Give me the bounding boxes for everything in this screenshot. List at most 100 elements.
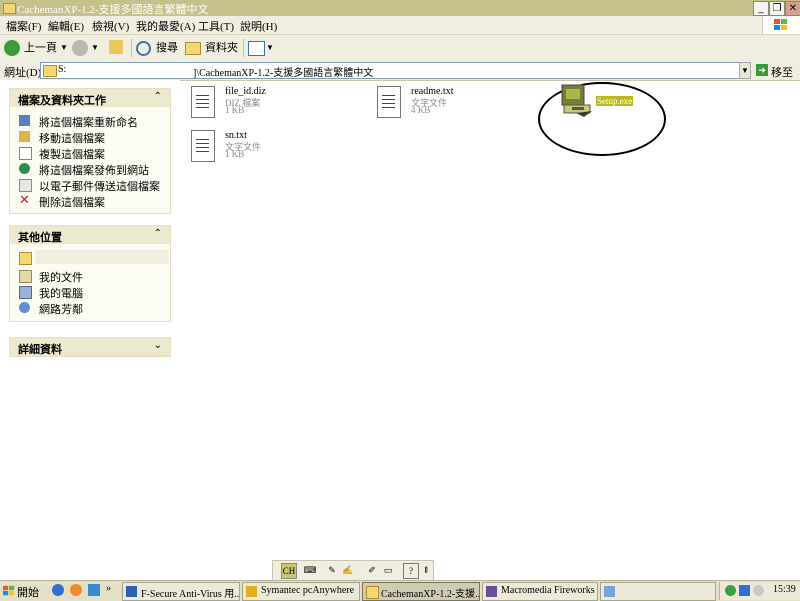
task-label: Macromedia Fireworks ... — [501, 585, 598, 596]
up-folder-button[interactable] — [108, 38, 126, 58]
details-header[interactable]: 詳細資料 ⌄ — [10, 338, 170, 356]
left-task-pane: 檔案及資料夾工作 ⌃ 將這個檔案重新命名 移動這個檔案 複製這個檔案 將這個檔案… — [0, 80, 180, 570]
quicklaunch-icon[interactable] — [88, 584, 100, 596]
folder-icon — [3, 3, 16, 14]
text-file-icon — [191, 130, 215, 162]
language-indicator[interactable]: CH — [281, 563, 297, 579]
setup-file-name: Setup.exe — [596, 96, 634, 106]
address-dropdown-icon[interactable]: ▼ — [739, 62, 751, 79]
volume-icon[interactable] — [753, 585, 764, 596]
taskbar-task[interactable]: Symantec pcAnywhere — [242, 582, 360, 601]
taskbar-task[interactable]: F-Secure Anti-Virus 用... — [122, 582, 240, 601]
file-tasks-panel: 檔案及資料夾工作 ⌃ 將這個檔案重新命名 移動這個檔案 複製這個檔案 將這個檔案… — [9, 88, 171, 214]
globe-icon — [19, 163, 30, 174]
toolbar-separator — [243, 39, 244, 57]
windows-flag-icon — [3, 585, 15, 596]
views-button[interactable]: ▼ — [248, 38, 274, 58]
outlook-icon[interactable] — [70, 584, 82, 596]
up-folder-icon — [109, 40, 123, 54]
address-path: ]\CachemanXP-1.2-支援多國語言繁體中文 — [193, 68, 374, 79]
handwriting-icon[interactable]: ✐ — [365, 563, 379, 577]
back-label: 上一頁 — [24, 42, 57, 54]
address-bar: 網址(D) S: ]\CachemanXP-1.2-支援多國語言繁體中文 ▼ ➜… — [0, 61, 800, 81]
installer-icon — [561, 84, 592, 117]
copy-icon — [19, 147, 32, 160]
quicklaunch-more-icon[interactable]: » — [106, 583, 111, 594]
redacted-place — [35, 250, 169, 264]
email-icon — [19, 179, 32, 192]
help-icon[interactable]: ? — [403, 563, 419, 579]
search-button[interactable]: 搜尋 — [136, 38, 180, 58]
start-label: 開始 — [17, 587, 39, 599]
task-label: Symantec pcAnywhere — [261, 585, 355, 596]
langbar-options-icon[interactable]: ⇕ — [419, 563, 433, 577]
text-file-icon — [377, 86, 401, 118]
folders-label: 資料夾 — [205, 42, 238, 54]
task-label: 將這個檔案重新命名 — [39, 117, 138, 129]
pen-input-icon[interactable]: ✍ — [341, 563, 355, 577]
window-icon — [604, 586, 615, 597]
forward-button[interactable]: ▼ — [72, 38, 99, 58]
dropdown-arrow-icon[interactable]: ▼ — [60, 38, 68, 58]
file-size: 1 KB — [225, 105, 245, 115]
tools-icon[interactable]: ✎ — [325, 563, 339, 577]
other-places-panel: 其他位置 ⌃ 我的文件 我的電腦 網路芳鄰 — [9, 225, 171, 322]
close-button[interactable]: ✕ — [785, 1, 800, 16]
back-button[interactable]: 上一頁 ▼ — [4, 38, 68, 58]
taskbar: 開始 » F-Secure Anti-Virus 用... Symantec p… — [0, 580, 800, 601]
go-button[interactable]: 移至 — [771, 64, 793, 80]
task-label: 將這個檔案發佈到網站 — [39, 165, 149, 177]
menu-file[interactable]: 檔案(F) — [6, 18, 41, 34]
collapse-icon[interactable]: ⌃ — [154, 228, 162, 239]
go-arrow-icon[interactable]: ➜ — [756, 64, 768, 76]
menu-bar: 檔案(F) 編輯(E) 檢視(V) 我的最愛(A) 工具(T) 說明(H) — [0, 16, 800, 35]
details-panel: 詳細資料 ⌄ — [9, 337, 171, 357]
dropdown-arrow-icon[interactable]: ▼ — [266, 38, 274, 58]
place-label: 網路芳鄰 — [39, 304, 83, 316]
toolbar: 上一頁 ▼ ▼ 搜尋 資料夾 ▼ — [0, 35, 800, 62]
options-icon[interactable]: ▭ — [381, 563, 395, 577]
title-bar: CachemanXP-1.2-支援多國語言繁體中文 _ ❐ ✕ — [0, 0, 800, 16]
folder-icon — [43, 65, 57, 77]
other-places-header[interactable]: 其他位置 ⌃ — [10, 226, 170, 244]
rename-icon — [19, 115, 30, 126]
file-tasks-header[interactable]: 檔案及資料夾工作 ⌃ — [10, 89, 170, 107]
menu-favorites[interactable]: 我的最愛(A) — [136, 18, 195, 34]
task-label: F-Secure Anti-Virus 用... — [141, 589, 240, 600]
tray-icon[interactable] — [725, 585, 736, 596]
task-label: 移動這個檔案 — [39, 133, 105, 145]
place-label: 我的文件 — [39, 272, 83, 284]
dropdown-arrow-icon[interactable]: ▼ — [91, 38, 99, 58]
clock[interactable]: 15:39 — [773, 584, 796, 595]
redacted-path — [71, 64, 185, 76]
text-file-icon — [191, 86, 215, 118]
expand-icon[interactable]: ⌄ — [154, 340, 162, 351]
language-bar: CH ⌨ ✎ ✍ ✐ ▭ ? ⇕ — [272, 560, 434, 582]
minimize-button[interactable]: _ — [753, 1, 769, 16]
pcanywhere-icon — [246, 586, 257, 597]
menu-edit[interactable]: 編輯(E) — [48, 18, 84, 34]
keyboard-icon[interactable]: ⌨ — [303, 563, 317, 577]
folder-icon — [366, 586, 379, 599]
menu-help[interactable]: 說明(H) — [240, 18, 277, 34]
collapse-icon[interactable]: ⌃ — [154, 91, 162, 102]
taskbar-task[interactable] — [600, 582, 716, 601]
task-label: 刪除這個檔案 — [39, 197, 105, 209]
delete-icon: ✕ — [19, 193, 30, 208]
taskbar-task-active[interactable]: CachemanXP-1.2-支援... — [362, 582, 480, 601]
folders-button[interactable]: 資料夾 — [185, 38, 239, 58]
window-title: CachemanXP-1.2-支援多國語言繁體中文 — [17, 4, 209, 16]
task-label: CachemanXP-1.2-支援... — [381, 589, 480, 600]
ie-icon[interactable] — [52, 584, 64, 596]
start-button[interactable]: 開始 — [0, 582, 40, 600]
search-icon — [136, 41, 151, 56]
task-label: 以電子郵件傳送這個檔案 — [39, 181, 160, 193]
address-input[interactable]: S: ]\CachemanXP-1.2-支援多國語言繁體中文 — [40, 62, 750, 79]
tray-icon[interactable] — [739, 585, 750, 596]
taskbar-task[interactable]: Macromedia Fireworks ... — [482, 582, 598, 601]
restore-button[interactable]: ❐ — [769, 1, 785, 16]
fsecure-icon — [126, 586, 137, 597]
views-icon — [248, 41, 265, 56]
menu-view[interactable]: 檢視(V) — [92, 18, 129, 34]
menu-tools[interactable]: 工具(T) — [198, 18, 234, 34]
